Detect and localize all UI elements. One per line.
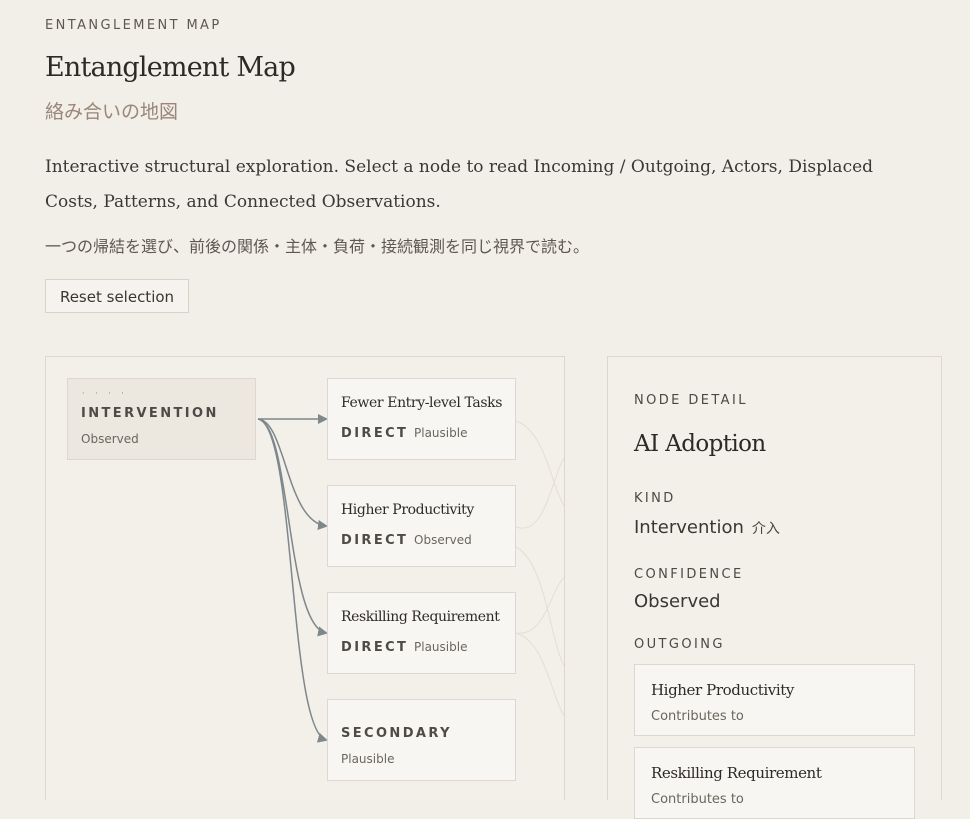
- map-node-secondary[interactable]: SECONDARY Plausible: [327, 699, 516, 781]
- detail-confidence-label: CONFIDENCE: [634, 567, 744, 582]
- node-confidence: Plausible: [414, 640, 468, 654]
- page-subtitle: 絡み合いの地図: [45, 101, 179, 123]
- faint-link: [515, 546, 564, 667]
- kind-value-ja: 介入: [751, 521, 780, 537]
- node-tag: SECONDARY: [341, 726, 452, 741]
- map-node-higher-productivity[interactable]: Higher Productivity DIRECT Observed: [327, 485, 516, 567]
- node-label: Fewer Entry-level Tasks: [341, 395, 502, 411]
- outgoing-item-label: Reskilling Requirement: [651, 764, 822, 782]
- page-description: Interactive structural exploration. Sele…: [45, 157, 874, 212]
- node-confidence: Plausible: [341, 752, 395, 766]
- node-tag: DIRECT: [341, 426, 409, 441]
- detail-eyebrow: NODE DETAIL: [634, 393, 748, 408]
- page-title: Entanglement Map: [45, 52, 296, 83]
- map-node-ai-adoption[interactable]: · · · · INTERVENTION Observed: [67, 378, 256, 460]
- edge-to-reskilling-requirement: [257, 418, 328, 637]
- edge-to-higher-productivity: [257, 418, 328, 530]
- node-confidence: Observed: [414, 533, 472, 547]
- detail-kind-label: KIND: [634, 491, 676, 506]
- edge-to-secondary: [257, 418, 328, 743]
- node-ornament: · · · ·: [82, 389, 128, 398]
- map-node-fewer-entry-level-tasks[interactable]: Fewer Entry-level Tasks DIRECT Plausible: [327, 378, 516, 460]
- node-tag: DIRECT: [341, 640, 409, 655]
- entanglement-map-panel: · · · · INTERVENTION Observed Fewer Entr…: [45, 356, 565, 800]
- node-confidence: Plausible: [414, 426, 468, 440]
- node-tag: DIRECT: [341, 533, 409, 548]
- detail-confidence-value: Observed: [634, 591, 721, 612]
- kind-value: Intervention: [634, 517, 744, 538]
- detail-kind-value: Intervention 介入: [634, 517, 780, 538]
- node-confidence: Observed: [81, 432, 139, 446]
- page-description-ja: 一つの帰結を選び、前後の関係・主体・負荷・接続観測を同じ視界で読む。: [45, 237, 590, 256]
- node-tag: INTERVENTION: [81, 406, 219, 421]
- faint-link: [515, 420, 564, 507]
- node-detail-panel: NODE DETAIL AI Adoption KIND Interventio…: [607, 356, 942, 819]
- detail-title: AI Adoption: [634, 431, 766, 457]
- detail-outgoing-label: OUTGOING: [634, 637, 725, 652]
- faint-link: [515, 632, 564, 717]
- map-node-reskilling-requirement[interactable]: Reskilling Requirement DIRECT Plausible: [327, 592, 516, 674]
- outgoing-item[interactable]: Reskilling Requirement Contributes to: [634, 747, 915, 819]
- node-label: Reskilling Requirement: [341, 609, 500, 625]
- page-eyebrow: ENTANGLEMENT MAP: [45, 18, 222, 33]
- outgoing-item-relation: Contributes to: [651, 709, 744, 724]
- reset-selection-button[interactable]: Reset selection: [45, 279, 189, 313]
- node-label: Higher Productivity: [341, 502, 474, 518]
- outgoing-item-label: Higher Productivity: [651, 681, 794, 699]
- outgoing-item[interactable]: Higher Productivity Contributes to: [634, 664, 915, 736]
- clipped-node-label: [341, 711, 501, 719]
